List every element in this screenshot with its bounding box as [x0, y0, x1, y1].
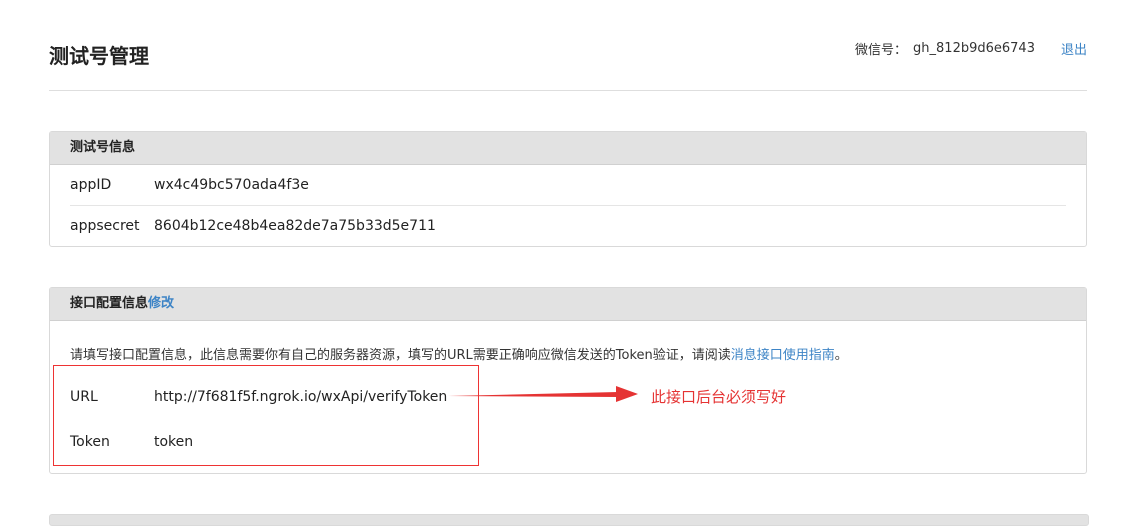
- appsecret-label: appsecret: [70, 218, 140, 234]
- logout-link[interactable]: 退出: [1061, 39, 1087, 58]
- wechat-id-value: gh_812b9d6e6743: [913, 41, 1035, 56]
- annotation-text: 此接口后台必须写好: [651, 388, 787, 406]
- appsecret-value: 8604b12ce48b4ea82de7a75b33d5e711: [154, 218, 436, 234]
- annotation-arrow-icon: [448, 386, 638, 402]
- notice-text: 请填写接口配置信息，此信息需要你有自己的服务器资源，填写的URL需要正确响应微信…: [70, 348, 731, 363]
- account-info: 微信号： gh_812b9d6e6743 退出: [855, 39, 1087, 58]
- wechat-id-label: 微信号：: [855, 43, 908, 58]
- page-title: 测试号管理: [49, 44, 149, 68]
- url-value: http://7f681f5f.ngrok.io/wxApi/verifyTok…: [154, 389, 448, 405]
- url-label: URL: [70, 389, 98, 405]
- appid-value: wx4c49bc570ada4f3e: [154, 177, 309, 193]
- notice-end: 。: [834, 348, 848, 363]
- appsecret-row: appsecret 8604b12ce48b4ea82de7a75b33d5e7…: [50, 206, 1086, 246]
- token-value: token: [154, 434, 194, 450]
- token-row: Token token: [70, 434, 193, 450]
- interface-config-header: 接口配置信息修改: [50, 288, 1086, 321]
- test-account-header: 测试号信息: [50, 132, 1086, 165]
- test-account-panel: 测试号信息 appID wx4c49bc570ada4f3e appsecret…: [49, 131, 1087, 247]
- appid-row: appID wx4c49bc570ada4f3e: [50, 165, 1086, 205]
- appid-label: appID: [70, 177, 112, 193]
- interface-config-title: 接口配置信息: [70, 296, 149, 311]
- url-row: URL http://7f681f5f.ngrok.io/wxApi/verif…: [70, 389, 447, 405]
- next-panel-edge: [49, 514, 1089, 526]
- edit-link[interactable]: 修改: [148, 296, 174, 311]
- config-notice: 请填写接口配置信息，此信息需要你有自己的服务器资源，填写的URL需要正确响应微信…: [70, 344, 848, 363]
- header-divider: [49, 90, 1087, 91]
- message-guide-link[interactable]: 消息接口使用指南: [731, 348, 835, 363]
- highlight-box: [53, 365, 479, 466]
- token-label: Token: [70, 434, 110, 450]
- interface-config-panel: 接口配置信息修改 请填写接口配置信息，此信息需要你有自己的服务器资源，填写的UR…: [49, 287, 1087, 474]
